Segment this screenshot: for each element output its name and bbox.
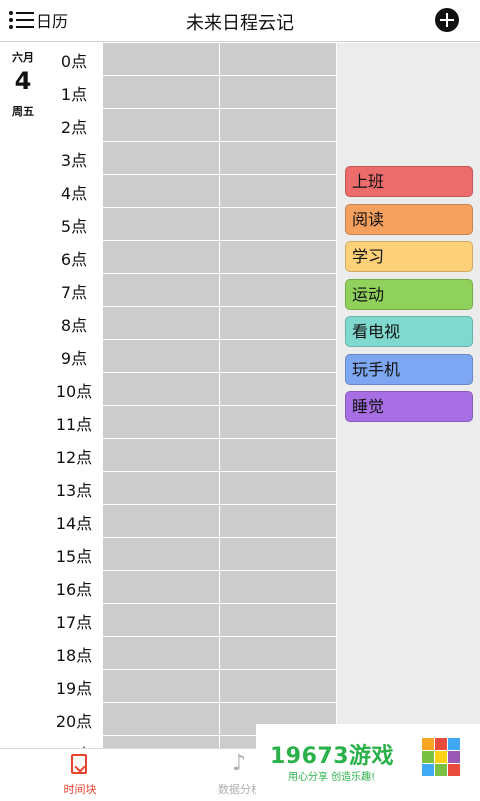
time-cell[interactable]	[103, 604, 219, 636]
date-day: 4	[14, 67, 32, 95]
hour-label: 13点	[55, 481, 93, 500]
hour-label: 3点	[60, 151, 88, 170]
hour-label: 18点	[55, 646, 93, 665]
time-cell[interactable]	[103, 76, 219, 108]
time-cell[interactable]	[103, 406, 219, 438]
category-button[interactable]: 上班	[345, 166, 473, 197]
time-cell[interactable]	[103, 571, 219, 603]
time-cell[interactable]	[103, 274, 219, 306]
hour-label: 5点	[60, 217, 88, 236]
time-cell[interactable]	[220, 274, 336, 306]
time-cell[interactable]	[220, 340, 336, 372]
time-cell[interactable]	[103, 373, 219, 405]
time-cell[interactable]	[220, 670, 336, 702]
hour-label: 16点	[55, 580, 93, 599]
hour-label: 0点	[60, 52, 88, 71]
hour-label: 15点	[55, 547, 93, 566]
hour-label: 9点	[60, 349, 88, 368]
time-cell[interactable]	[220, 439, 336, 471]
time-cell[interactable]	[103, 472, 219, 504]
nav-time-block-label: 时间块	[63, 783, 97, 796]
hour-labels: 0点 1点 2点 3点 4点 5点 6点 7点 8点 9点 10点 11点 12点 13点 14点 15点 16…	[45, 43, 103, 748]
time-cell[interactable]	[220, 505, 336, 537]
add-icon[interactable]	[435, 8, 459, 32]
hour-label: 17点	[55, 613, 93, 632]
time-cell[interactable]	[103, 43, 219, 75]
time-cell[interactable]	[220, 637, 336, 669]
category-button[interactable]: 玩手机	[345, 353, 473, 385]
category-button[interactable]: 阅读	[345, 203, 473, 235]
header-bar: 日历 未来日程云记	[0, 0, 480, 42]
time-cell[interactable]	[103, 637, 219, 669]
time-cell[interactable]	[103, 109, 219, 141]
time-cell[interactable]	[220, 109, 336, 141]
time-cell[interactable]	[103, 703, 219, 735]
time-cell[interactable]	[220, 307, 336, 339]
hour-label: 20点	[55, 712, 93, 731]
time-cell[interactable]	[103, 505, 219, 537]
time-cell[interactable]	[220, 208, 336, 240]
category-button[interactable]: 睡觉	[345, 391, 473, 422]
time-cell[interactable]	[220, 142, 336, 174]
time-cell[interactable]	[220, 175, 336, 207]
time-cell[interactable]	[103, 439, 219, 471]
time-cell[interactable]	[220, 43, 336, 75]
hour-label: 6点	[60, 250, 88, 269]
time-cell[interactable]	[220, 604, 336, 636]
time-block-grid	[103, 43, 337, 748]
app-title: 未来日程云记	[186, 13, 294, 34]
time-cell[interactable]	[103, 538, 219, 570]
watermark-logo-icon	[422, 738, 462, 778]
category-button[interactable]: 学习	[345, 241, 473, 272]
time-cell[interactable]	[103, 340, 219, 372]
time-cell[interactable]	[103, 736, 219, 748]
time-cell[interactable]	[220, 76, 336, 108]
category-panel: 上班阅读学习运动看电视玩手机睡觉	[337, 43, 480, 748]
time-cell[interactable]	[103, 175, 219, 207]
hour-label: 19点	[55, 679, 93, 698]
category-button[interactable]: 看电视	[345, 316, 473, 347]
watermark-title: 19673游戏	[270, 744, 395, 769]
time-cell[interactable]	[103, 307, 219, 339]
hour-label: 14点	[55, 514, 93, 533]
time-cell[interactable]	[103, 208, 219, 240]
time-block-icon	[71, 754, 87, 774]
nav-time-block[interactable]: 时间块	[45, 749, 115, 801]
time-cell[interactable]	[220, 472, 336, 504]
watermark-subtitle: 用心分享 创造乐趣!	[288, 772, 376, 783]
time-cell[interactable]	[103, 241, 219, 273]
hour-label: 4点	[60, 184, 88, 203]
hour-label: 2点	[60, 118, 88, 137]
time-cell[interactable]	[103, 142, 219, 174]
hour-label: 21点	[45, 738, 103, 748]
hour-label: 1点	[60, 85, 88, 104]
hour-label: 7点	[60, 283, 88, 302]
date-column: 六月 4 周五	[0, 43, 45, 748]
time-cell[interactable]	[220, 538, 336, 570]
hour-label: 11点	[55, 415, 93, 434]
category-button[interactable]: 运动	[345, 278, 473, 310]
watermark-banner: 19673游戏 用心分享 创造乐趣!	[256, 724, 480, 800]
hour-label: 12点	[55, 448, 93, 467]
time-cell[interactable]	[103, 670, 219, 702]
hour-label: 10点	[55, 382, 93, 401]
time-cell[interactable]	[220, 406, 336, 438]
time-cell[interactable]	[220, 373, 336, 405]
date-weekday: 周五	[12, 105, 34, 118]
time-cell[interactable]	[220, 241, 336, 273]
date-month: 六月	[12, 51, 34, 64]
hour-label: 8点	[60, 316, 88, 335]
note-icon: ♪	[232, 751, 247, 776]
time-cell[interactable]	[220, 571, 336, 603]
